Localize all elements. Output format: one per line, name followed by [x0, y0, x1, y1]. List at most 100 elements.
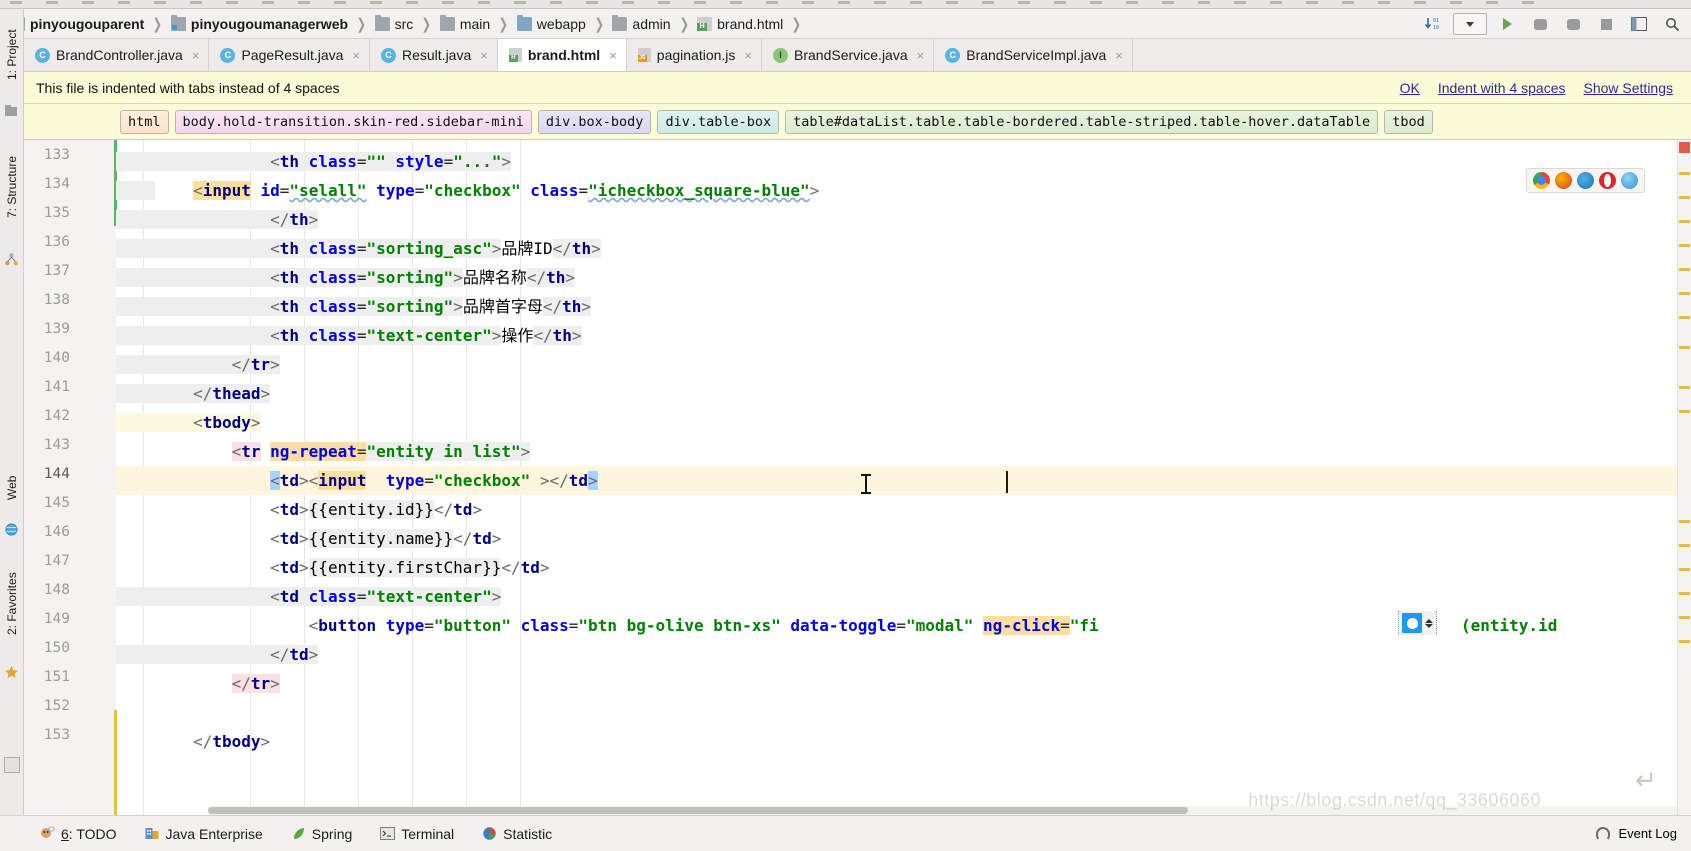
coverage-button[interactable]: [1560, 13, 1586, 35]
breadcrumb-separator-icon: ❯: [498, 15, 509, 33]
toolbar-icons-row: [10, 1, 1534, 4]
html-file-icon: [697, 16, 713, 31]
tool-window-structure[interactable]: 7: Structure: [0, 127, 24, 247]
tab-brandserviceimpl-java[interactable]: C BrandServiceImpl.java ×: [934, 39, 1133, 71]
tab-pagination-js[interactable]: pagination.js ×: [626, 39, 763, 71]
code-line-142: <tbody>: [116, 408, 1691, 437]
tab-label: BrandService.java: [794, 47, 908, 63]
tool-window-project[interactable]: 1: Project: [0, 9, 24, 101]
line-number: 139: [43, 321, 70, 337]
folder-icon: [374, 14, 390, 31]
notification-show-settings-link[interactable]: Show Settings: [1584, 80, 1674, 96]
edge-icon[interactable]: [1577, 172, 1594, 189]
tool-window-favorites[interactable]: 2: Favorites: [0, 549, 24, 659]
editor-tab-bar: C BrandController.java × C PageResult.ja…: [24, 39, 1691, 72]
breadcrumb-item-admin[interactable]: admin: [612, 14, 671, 32]
breadcrumb-label: pinyougouparent: [30, 15, 145, 32]
tab-close-icon[interactable]: ×: [744, 48, 752, 63]
path-chip-tbody[interactable]: tbod: [1384, 109, 1433, 134]
tab-brandservice-java[interactable]: I BrandService.java ×: [762, 39, 935, 71]
tab-pageresult-java[interactable]: C PageResult.java ×: [209, 39, 370, 71]
path-chip-body[interactable]: body.hold-transition.skin-red.sidebar-mi…: [174, 109, 532, 134]
tab-close-icon[interactable]: ×: [1115, 48, 1123, 63]
breadcrumb-item-webapp[interactable]: webapp: [516, 14, 586, 32]
code-line-150: </td>: [116, 640, 1691, 669]
breadcrumb-item-brand-html[interactable]: brand.html: [697, 16, 783, 32]
wrap-indicator-icon: ↵: [1635, 765, 1657, 795]
browser-launch-bar[interactable]: [1526, 168, 1645, 193]
tab-close-icon[interactable]: ×: [917, 48, 925, 63]
status-item-label: 6: TODO: [61, 825, 117, 842]
horizontal-scrollbar[interactable]: [208, 806, 1677, 815]
search-button[interactable]: [1659, 13, 1685, 35]
code-line-134: <input id="selall" type="checkbox" class…: [116, 176, 1691, 205]
tool-window-web[interactable]: Web: [0, 457, 24, 519]
breadcrumb-label: src: [394, 15, 414, 32]
todo-icon: [41, 826, 55, 838]
code-line-153: </tbody>: [193, 732, 271, 751]
notification-bell-icon[interactable]: [1596, 826, 1611, 841]
notification-ok-link[interactable]: OK: [1400, 80, 1420, 96]
opera-icon[interactable]: [1599, 172, 1616, 189]
tab-close-icon[interactable]: ×: [192, 48, 200, 63]
breadcrumb-item-pinyougoumanagerweb[interactable]: pinyougoumanagerweb: [170, 14, 348, 32]
line-number: 153: [43, 727, 70, 743]
breadcrumb-item-pinyougouparent[interactable]: pinyougouparent: [10, 14, 145, 32]
left-strip-toggle[interactable]: [4, 757, 20, 773]
tab-close-icon[interactable]: ×: [609, 48, 617, 63]
bug-icon: [1533, 18, 1547, 30]
ide-window: pinyougouparent ❯ pinyougoumanagerweb ❯ …: [0, 0, 1691, 851]
line-number: 140: [43, 350, 70, 366]
line-number: 147: [43, 553, 70, 569]
mouse-text-cursor: [861, 474, 871, 494]
stop-button[interactable]: [1593, 13, 1619, 35]
java-class-icon: C: [945, 47, 961, 63]
status-item-todo[interactable]: 6: TODO: [40, 826, 117, 842]
tab-label: Result.java: [402, 47, 472, 63]
path-chip-div-box-body[interactable]: div.box-body: [537, 109, 652, 134]
breadcrumb-item-src[interactable]: src: [374, 14, 414, 32]
tab-result-java[interactable]: C Result.java ×: [370, 39, 498, 71]
inspection-status-icon[interactable]: [1679, 142, 1690, 153]
tab-close-icon[interactable]: ×: [480, 48, 488, 63]
code-line-138: <th class="sorting">品牌首字母</th>: [116, 292, 1691, 321]
parameter-info-widget[interactable]: [1398, 611, 1437, 635]
indent-notification-bar: This file is indented with tabs instead …: [24, 72, 1691, 104]
download-icon[interactable]: 01 10: [1420, 13, 1446, 35]
run-button[interactable]: [1494, 13, 1520, 35]
tab-brandcontroller-java[interactable]: C BrandController.java ×: [24, 39, 210, 71]
safari-icon[interactable]: [1621, 172, 1638, 189]
breadcrumb-item-main[interactable]: main: [439, 14, 490, 32]
status-item-statistic[interactable]: Statistic: [482, 826, 552, 842]
tab-close-icon[interactable]: ×: [352, 48, 360, 63]
path-chip-html[interactable]: html: [120, 109, 169, 134]
status-item-java-enterprise[interactable]: Java Enterprise: [145, 826, 263, 842]
horizontal-scrollbar-thumb[interactable]: [208, 807, 1188, 814]
analysis-marker-bar[interactable]: [1677, 140, 1691, 815]
download-glyph: 01 10: [1424, 18, 1439, 31]
coverage-icon: [1566, 18, 1580, 30]
code-editor[interactable]: 133 134 135 136 137 138 139 140 141 142 …: [24, 140, 1691, 815]
code-text-area[interactable]: <th class="" style="..."> <input id="sel…: [116, 140, 1691, 815]
editor-gutter[interactable]: 133 134 135 136 137 138 139 140 141 142 …: [24, 140, 144, 815]
notification-indent-4-spaces-link[interactable]: Indent with 4 spaces: [1438, 80, 1566, 96]
firefox-icon[interactable]: [1555, 172, 1572, 189]
line-number: 150: [43, 640, 70, 656]
tab-brand-html[interactable]: brand.html ×: [497, 39, 627, 71]
status-item-label: Statistic: [503, 825, 553, 842]
lens-spinner-icon[interactable]: [1425, 618, 1433, 628]
status-item-terminal[interactable]: Terminal: [380, 826, 454, 842]
status-item-spring[interactable]: Spring: [291, 826, 352, 842]
layout-button[interactable]: [1626, 13, 1652, 35]
run-configuration-selector[interactable]: [1453, 13, 1487, 35]
java-class-icon: C: [220, 47, 236, 63]
line-number: 142: [43, 408, 70, 424]
event-log-label[interactable]: Event Log: [1618, 826, 1677, 841]
chrome-icon[interactable]: [1533, 172, 1550, 189]
folder-blue-icon: [516, 14, 532, 31]
path-chip-table-datalist[interactable]: table#dataList.table.table-bordered.tabl…: [785, 109, 1379, 134]
line-number: 137: [43, 263, 70, 279]
path-chip-div-table-box[interactable]: div.table-box: [657, 109, 780, 134]
line-number: 152: [43, 698, 70, 714]
debug-button[interactable]: [1527, 13, 1553, 35]
